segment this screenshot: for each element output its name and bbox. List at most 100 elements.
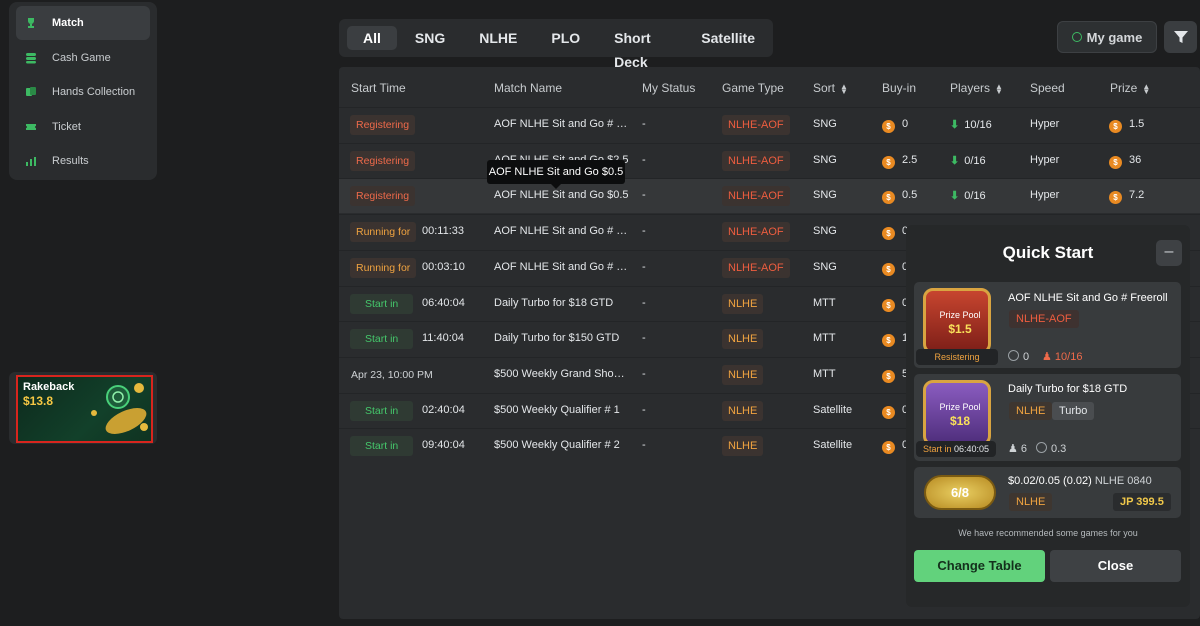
quick-start-card[interactable]: Prize Pool $18 Start in 06:40:05 Daily T… [914, 374, 1181, 461]
match-name-text: $500 Weekly Grand Sho… [494, 367, 625, 380]
my-status-text: - [642, 439, 646, 452]
jackpot-badge: JP 399.5 [1113, 493, 1171, 511]
buy-in-cell: $2.5 [882, 154, 917, 169]
status-badge: Start in [350, 329, 414, 350]
tab-plo[interactable]: PLO [535, 26, 596, 50]
status-badge: Apr 23, 10:00 PM [351, 368, 433, 381]
prize-shield-icon: Prize Pool $18 [923, 380, 991, 446]
sort-text: SNG [813, 225, 837, 238]
header-my-status: My Status [642, 81, 696, 95]
status-badge: Start in [350, 436, 414, 457]
sort-text: SNG [813, 118, 837, 130]
tab-satellite[interactable]: Satellite [685, 26, 771, 50]
header-prize[interactable]: Prize ▲ ▼ [1110, 81, 1150, 95]
table-row[interactable]: Registering AOF NLHE Sit and Go # … - NLHE-… [339, 107, 1200, 142]
sidebar-item-cash-game[interactable]: Cash Game [16, 41, 150, 75]
recommend-text: We have recommended some games for you [958, 528, 1138, 538]
quick-start-card[interactable]: 6/8 $0.02/0.05 (0.02) NLHE 0840 NLHE JP … [914, 467, 1181, 518]
coin-icon [1008, 350, 1019, 361]
change-table-button[interactable]: Change Table [914, 550, 1045, 582]
my-status-text: - [642, 296, 646, 309]
minimize-button[interactable]: – [1156, 240, 1182, 266]
header-game-type: Game Type [722, 81, 784, 95]
my-status-text: - [642, 332, 646, 345]
game-type-tag: NLHE [722, 329, 764, 350]
game-type-tag: NLHE-AOF [1009, 310, 1079, 328]
badge-status-time: 06:40:05 [953, 444, 990, 454]
tab-all[interactable]: All [347, 26, 397, 50]
badge-label: Prize Pool [939, 310, 981, 320]
table-seats-badge: 6/8 [924, 475, 996, 510]
start-time-text: 02:40:04 [422, 403, 465, 416]
players-cell: ⬇ 0/16 [950, 154, 986, 167]
header-sort-label: Sort [813, 81, 836, 95]
table-row[interactable]: Registering AOF NLHE Sit and Go $0.5- NLHE… [339, 178, 1200, 214]
sidebar-item-match[interactable]: Match [16, 6, 150, 40]
prize-cell: $36 [1109, 154, 1141, 169]
game-type-tag: NLHE [722, 293, 764, 314]
filter-button[interactable] [1164, 21, 1197, 53]
sort-text: MTT [813, 367, 836, 380]
status-badge: Running for [350, 257, 417, 278]
rakeback-art-icon [91, 383, 148, 434]
table-row[interactable]: RegisteringAOF NLHE Sit and Go $2.5-NLHE… [339, 142, 1200, 178]
my-game-toggle[interactable]: My game [1057, 21, 1157, 53]
rakeback-banner[interactable]: Rakeback $13.8 [16, 375, 153, 443]
prize-text: 36 [1129, 153, 1142, 166]
start-time-text: 09:40:04 [422, 439, 465, 452]
sort-arrows-icon: ▲ ▼ [840, 81, 848, 96]
funnel-icon [1173, 31, 1188, 43]
sidebar-item-ticket[interactable]: Ticket [16, 110, 150, 144]
buy-in-cell: $1 [882, 332, 908, 348]
person-icon: ♟ [1042, 351, 1055, 363]
sidebar-item-results[interactable]: Results [16, 144, 150, 178]
header-players[interactable]: Players ▲ ▼ [950, 81, 1003, 95]
status-badge: Registering [350, 186, 416, 207]
tab-nlhe[interactable]: NLHE [463, 26, 533, 50]
status-badge: Registering [350, 150, 416, 171]
tab-short-deck[interactable]: Short Deck [598, 26, 683, 70]
quick-start-match-name: AOF NLHE Sit and Go # Freeroll [1008, 292, 1168, 304]
tab-sng[interactable]: SNG [399, 26, 461, 50]
person-icon: ♟ [1008, 443, 1021, 455]
game-type-tag: NLHE-AOF [722, 222, 790, 243]
players-text: 6 [1020, 443, 1028, 455]
my-status-text: - [642, 367, 646, 380]
header-sort[interactable]: Sort ▲ ▼ [813, 81, 848, 95]
coin-icon: $ [1109, 191, 1122, 205]
prize-shield-icon: Prize Pool $1.5 [923, 288, 991, 354]
buy-in-value: 0 [1008, 350, 1029, 363]
sidebar-item-label: Ticket [52, 120, 81, 133]
quick-start-card[interactable]: Prize Pool $1.5 Resistering AOF NLHE Sit… [914, 282, 1181, 368]
status-badge: Start in [350, 400, 414, 421]
match-name-text: AOF NLHE Sit and Go # … [494, 260, 628, 273]
game-type-tag: NLHE [722, 436, 764, 457]
players-value: ♟ 10/16 [1042, 350, 1082, 363]
buy-in-value: 0.3 [1036, 442, 1066, 455]
buy-in-cell: $5 [882, 368, 908, 383]
coin-icon [1036, 442, 1047, 453]
match-name-tooltip: AOF NLHE Sit and Go $0.5 [487, 160, 625, 189]
close-button[interactable]: Close [1050, 550, 1181, 582]
game-type-tag: NLHE-AOF [722, 150, 790, 171]
match-name-text: Daily Turbo for $18 GTD [494, 296, 614, 309]
game-type-tag: NLHE-AOF [722, 186, 790, 207]
sidebar-item-label: Match [52, 17, 84, 29]
prize-text: 7.2 [1129, 189, 1145, 202]
coin-icon: $ [882, 262, 895, 276]
players-text: 10/16 [1054, 351, 1083, 363]
match-name-text: AOF NLHE Sit and Go $0.5 [494, 189, 629, 202]
players-text: 10/16 [964, 119, 992, 131]
my-game-label: My game [1086, 29, 1143, 45]
sort-text: SNG [813, 260, 837, 273]
badge-status: Start in 06:40:05 [916, 441, 996, 457]
sidebar-item-label: Results [52, 155, 89, 167]
match-name-text: Daily Turbo for $150 GTD [494, 332, 620, 345]
sidebar-item-hands-collection[interactable]: Hands Collection [16, 75, 150, 109]
header-start-time[interactable]: Start Time [351, 81, 406, 95]
coin-icon: $ [882, 369, 895, 383]
buy-in-cell: $0 [882, 261, 908, 276]
arrow-down-icon: ⬇ [950, 154, 960, 167]
badge-status-label: Start in [922, 444, 952, 454]
status-badge: Start in [350, 293, 414, 314]
